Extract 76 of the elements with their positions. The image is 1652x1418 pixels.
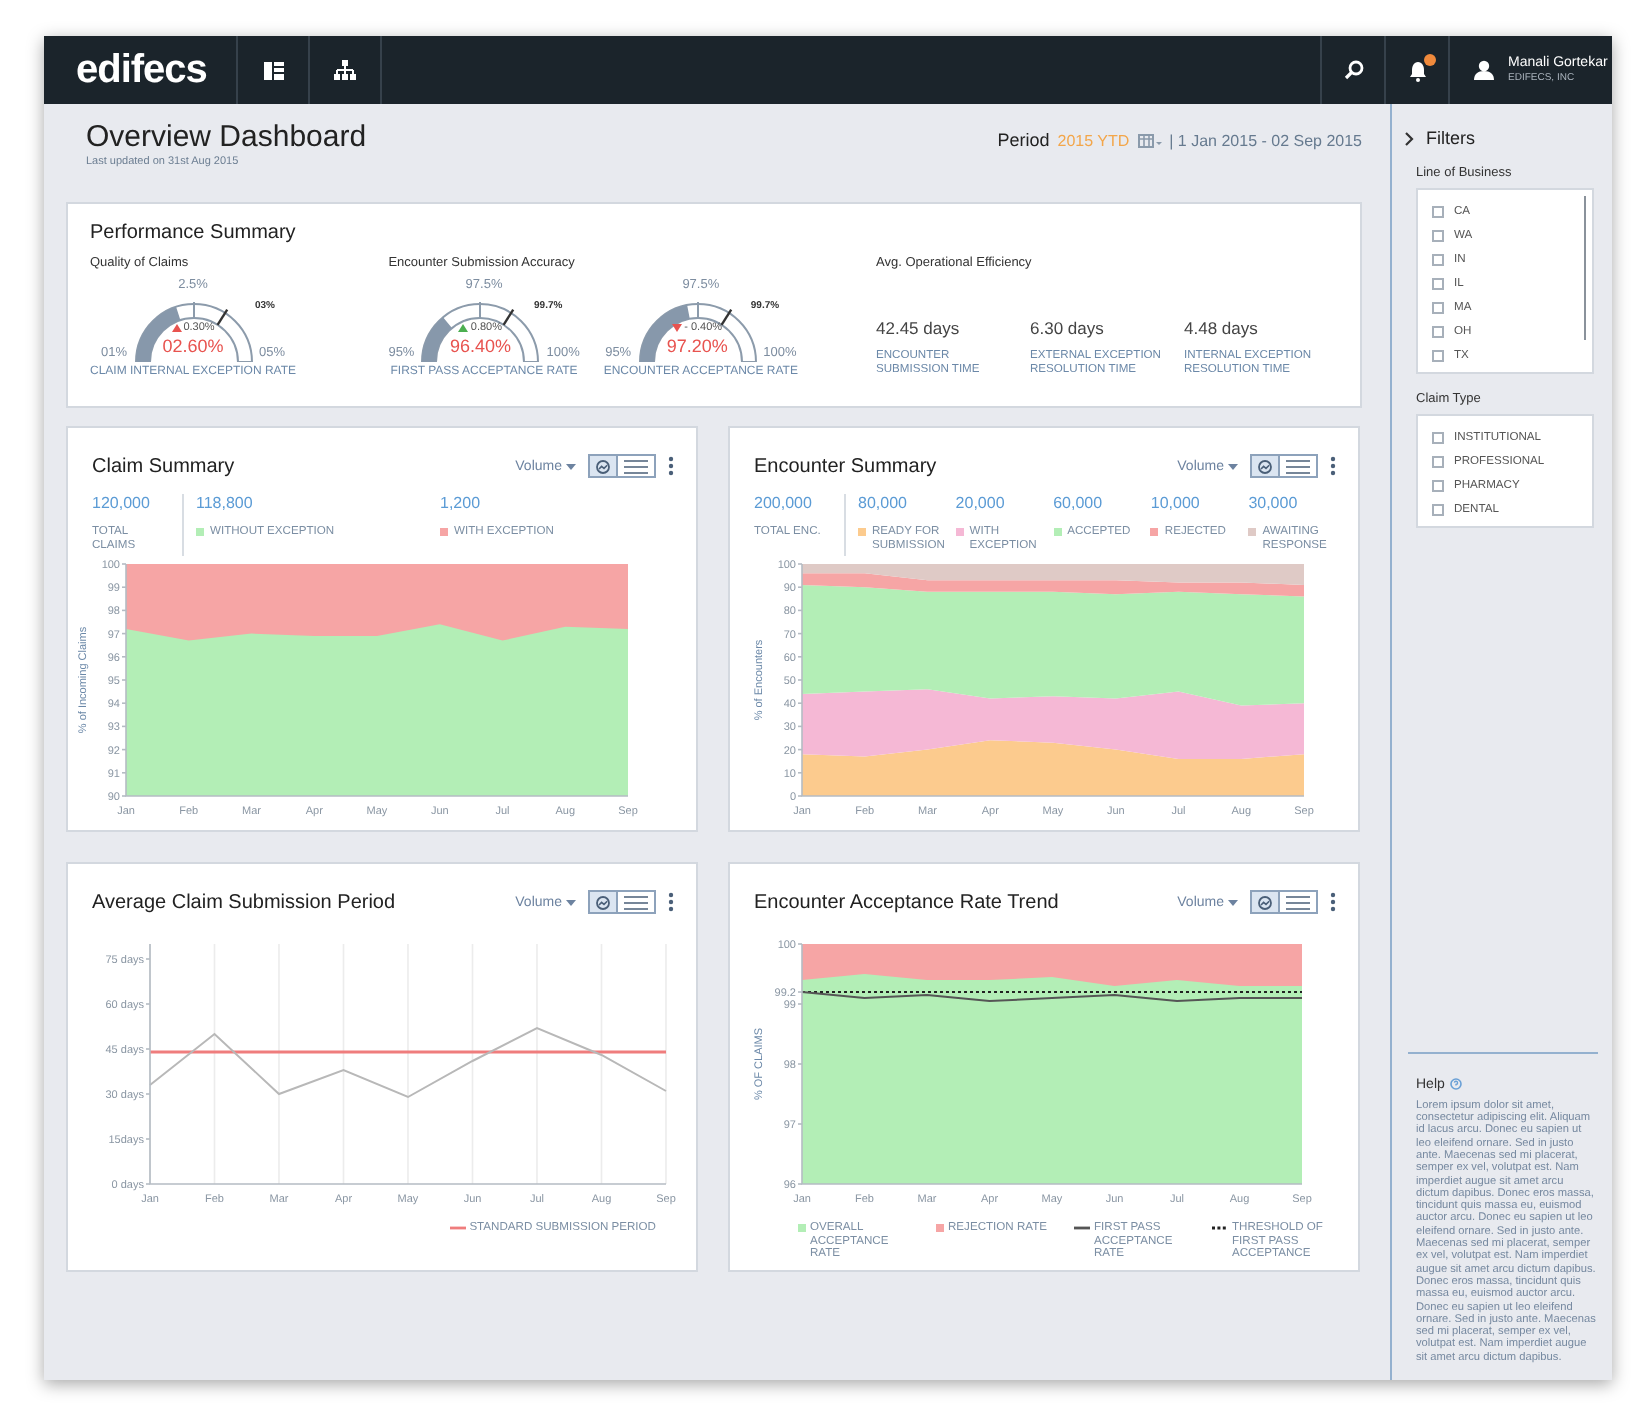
- checkbox[interactable]: [1432, 350, 1444, 362]
- gauge-drawing: [134, 301, 253, 362]
- checkbox[interactable]: [1432, 206, 1444, 218]
- card-title: Performance Summary: [90, 222, 298, 244]
- checkbox[interactable]: [1432, 432, 1444, 444]
- chart-view-toggle[interactable]: [590, 892, 616, 912]
- caret-icon: [566, 899, 576, 905]
- search-icon[interactable]: [1343, 60, 1363, 80]
- list-icon: [1286, 895, 1310, 909]
- metric-value: 4.48 days: [1184, 318, 1260, 338]
- count-value: 10,000: [1150, 494, 1202, 514]
- gauge-value: 96.40%: [447, 336, 513, 358]
- chart-icon: [596, 895, 610, 909]
- card-title: Claim Summary: [92, 455, 235, 477]
- list-view-toggle[interactable]: [616, 456, 654, 476]
- more-icon[interactable]: [668, 456, 674, 476]
- hierarchy-icon[interactable]: [334, 60, 356, 80]
- checkbox[interactable]: [1432, 504, 1444, 516]
- list-view-toggle[interactable]: [1278, 892, 1316, 912]
- sidebar-title: Filters: [1426, 128, 1475, 148]
- count-value: 60,000: [1053, 494, 1105, 514]
- dashboard-icon[interactable]: [263, 61, 283, 79]
- page-title: Overview Dashboard: [86, 120, 367, 154]
- list-view-toggle[interactable]: [616, 892, 654, 912]
- up-arrow-icon: [458, 324, 469, 332]
- more-icon[interactable]: [1330, 892, 1336, 912]
- period-label: Period: [997, 130, 1050, 150]
- chart-view-toggle[interactable]: [1252, 456, 1278, 476]
- caret-icon: [1228, 899, 1238, 905]
- logo[interactable]: edifecs: [44, 36, 238, 104]
- caret-icon: [566, 463, 576, 469]
- total-value: 200,000: [754, 494, 814, 514]
- line-icon: [1074, 1224, 1090, 1232]
- caret-icon: [1228, 463, 1238, 469]
- checkbox[interactable]: [1432, 456, 1444, 468]
- more-icon[interactable]: [668, 892, 674, 912]
- scrollbar[interactable]: [1584, 196, 1586, 340]
- metric-value: 6.30 days: [1030, 318, 1106, 338]
- count-value: 118,800: [196, 494, 255, 514]
- checkbox[interactable]: [1432, 326, 1444, 338]
- count-value: 30,000: [1248, 494, 1300, 514]
- checkbox[interactable]: [1432, 230, 1444, 242]
- card-title: Average Claim Submission Period: [92, 891, 396, 913]
- list-icon: [1286, 459, 1310, 473]
- checkbox[interactable]: [1432, 254, 1444, 266]
- chart-icon: [596, 459, 610, 473]
- chart-icon: [1258, 459, 1272, 473]
- card-title: Encounter Summary: [754, 455, 937, 477]
- bell-icon[interactable]: [1407, 59, 1427, 81]
- checkbox[interactable]: [1432, 302, 1444, 314]
- list-view-toggle[interactable]: [1278, 456, 1316, 476]
- count-value: 1,200: [440, 494, 483, 514]
- count-value: 20,000: [955, 494, 1007, 514]
- chevron-right-icon[interactable]: [1404, 131, 1414, 145]
- up-arrow-icon: [171, 324, 182, 332]
- chart-view-toggle[interactable]: [1252, 892, 1278, 912]
- list-icon: [624, 895, 648, 909]
- period-range: | 1 Jan 2015 - 02 Sep 2015: [1169, 131, 1362, 149]
- more-icon[interactable]: [1330, 456, 1336, 476]
- calendar-caret-icon[interactable]: [1137, 133, 1162, 147]
- line-icon: [449, 1224, 466, 1232]
- count-value: 80,000: [858, 494, 909, 514]
- checkbox[interactable]: [1432, 278, 1444, 290]
- gauge-value: 02.60%: [160, 336, 226, 358]
- metric-value: 42.45 days: [876, 318, 962, 338]
- help-icon[interactable]: [1450, 1078, 1463, 1091]
- gauge-value: 97.20%: [664, 336, 730, 358]
- total-value: 120,000: [92, 494, 152, 514]
- checkbox[interactable]: [1432, 480, 1444, 492]
- card-title: Encounter Acceptance Rate Trend: [754, 891, 1059, 913]
- user-icon[interactable]: [1474, 60, 1494, 80]
- list-icon: [624, 459, 648, 473]
- chart-icon: [1258, 895, 1272, 909]
- dotted-line-icon: [1212, 1224, 1228, 1232]
- chart-view-toggle[interactable]: [590, 456, 616, 476]
- down-arrow-icon: [672, 324, 683, 332]
